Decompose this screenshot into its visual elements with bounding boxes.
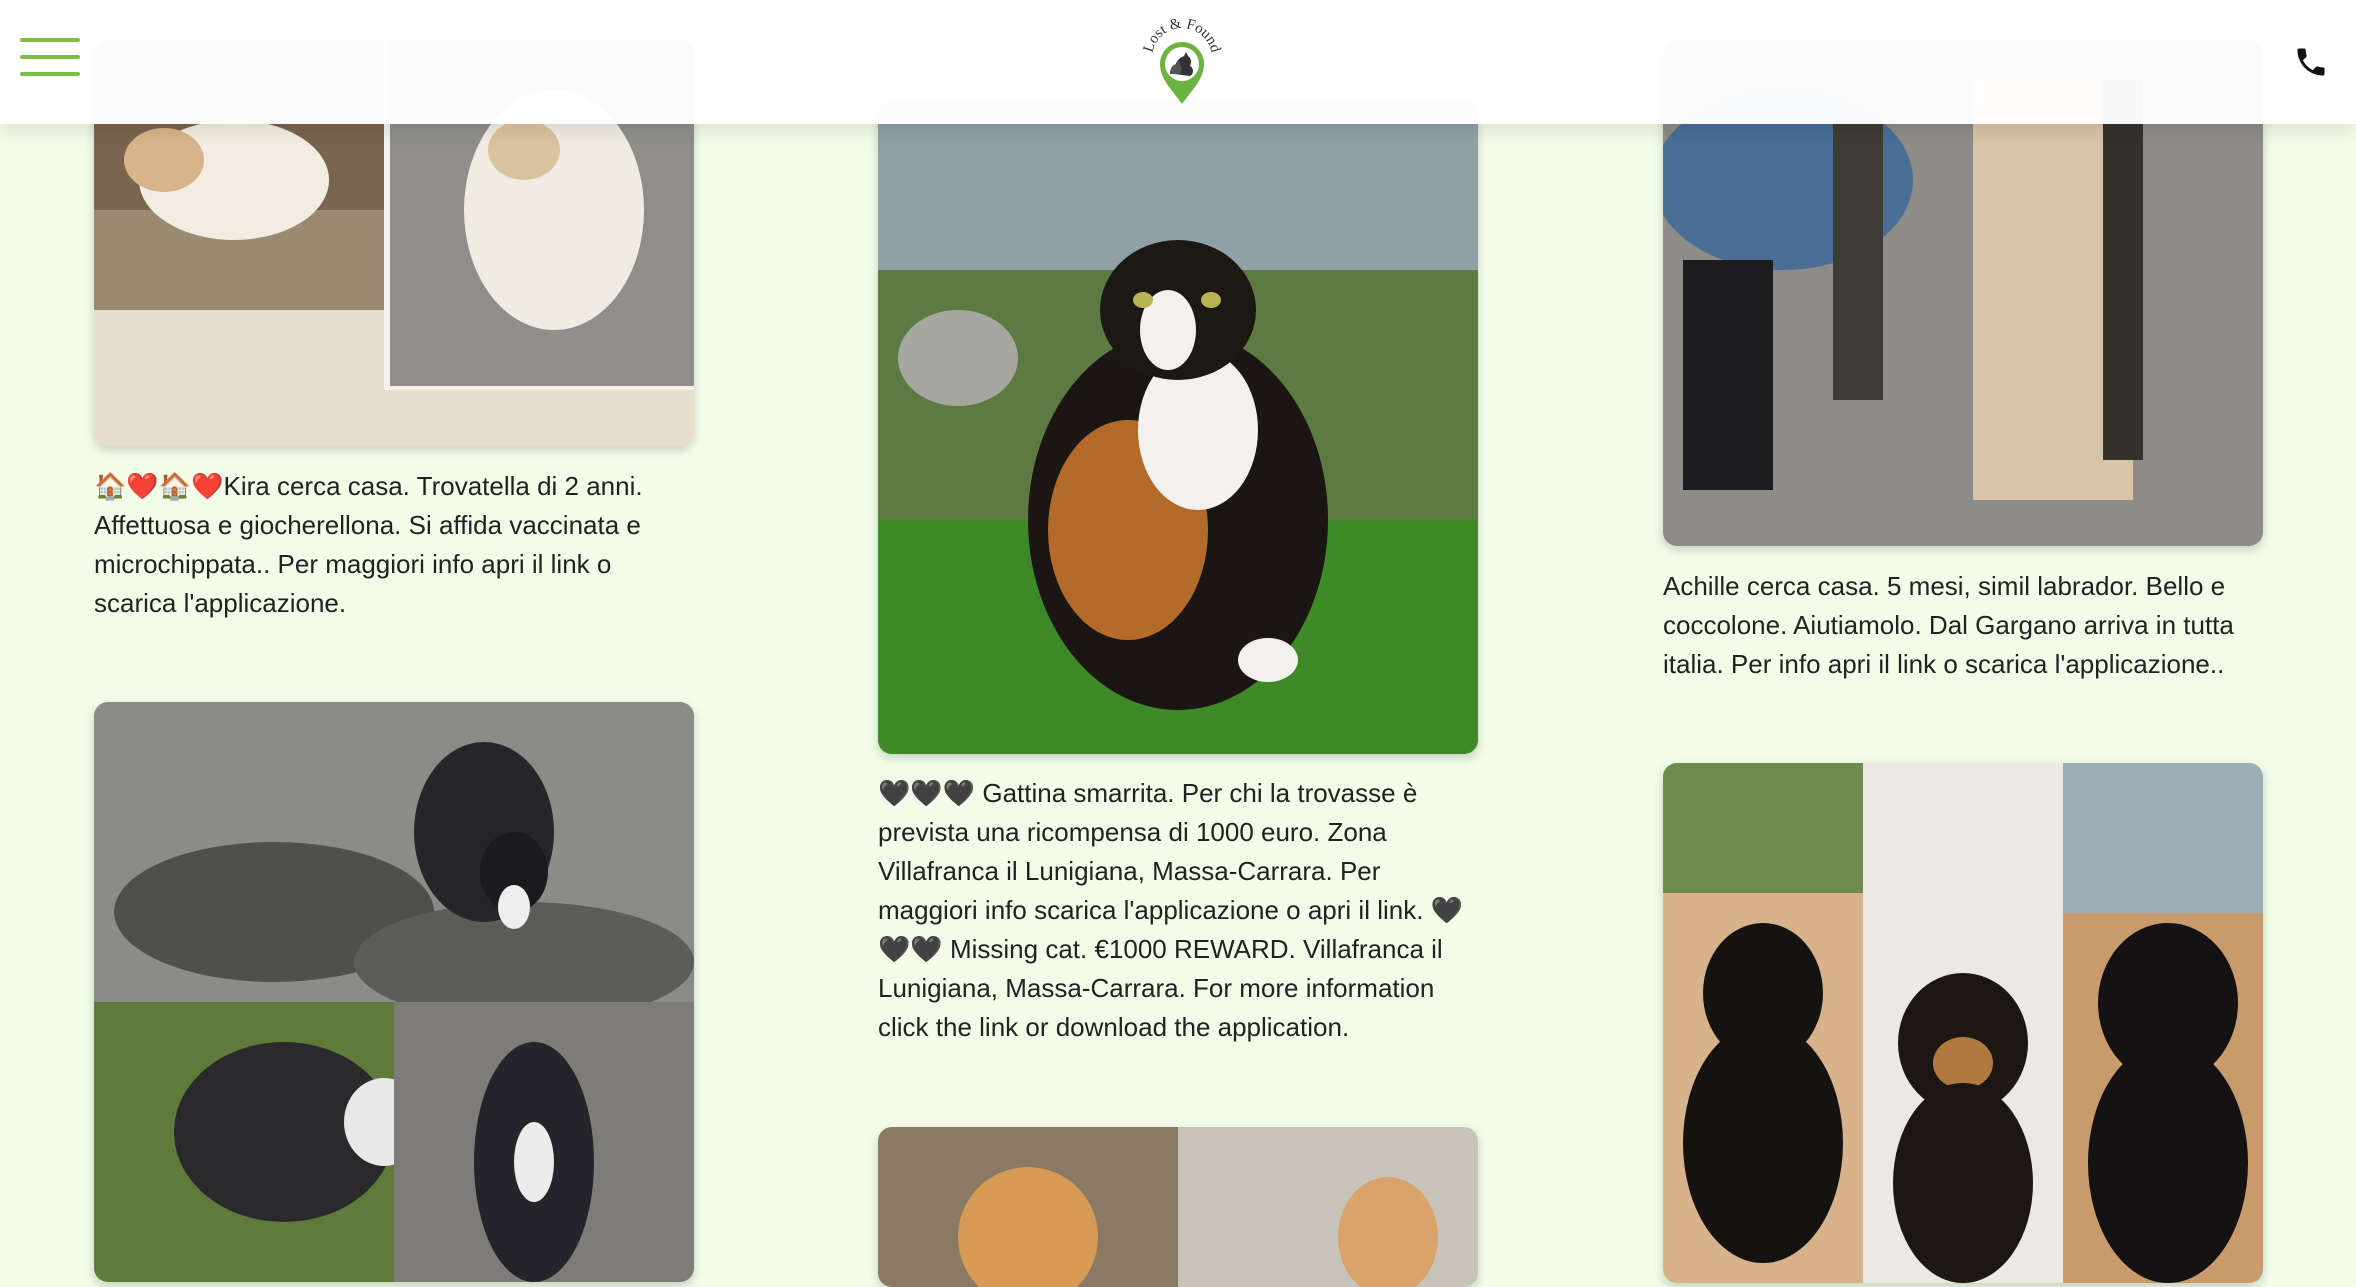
post-photo-puppies[interactable]	[1663, 763, 2263, 1283]
hamburger-menu-icon[interactable]	[20, 38, 80, 78]
post-description-achille: Achille cerca casa. 5 mesi, simil labrad…	[1663, 571, 2234, 679]
post-photo-dogs-kennel[interactable]	[878, 1127, 1478, 1287]
post-description-kira: 🏠❤️🏠❤️Kira cerca casa. Trovatella di 2 a…	[94, 471, 643, 618]
phone-icon[interactable]	[2293, 44, 2329, 80]
lost-and-found-logo[interactable]: Lost & Found	[1134, 14, 1230, 110]
post-description-lost-cat: 🖤🖤🖤 Gattina smarrita. Per chi la trovass…	[878, 778, 1464, 1042]
post-photo-lost-cat[interactable]	[878, 100, 1478, 754]
house-heart-emoji-icons: 🏠❤️🏠❤️	[94, 471, 224, 501]
post-photo-dog-black-white[interactable]	[94, 702, 694, 1282]
top-navigation-bar: Lost & Found	[0, 0, 2356, 124]
